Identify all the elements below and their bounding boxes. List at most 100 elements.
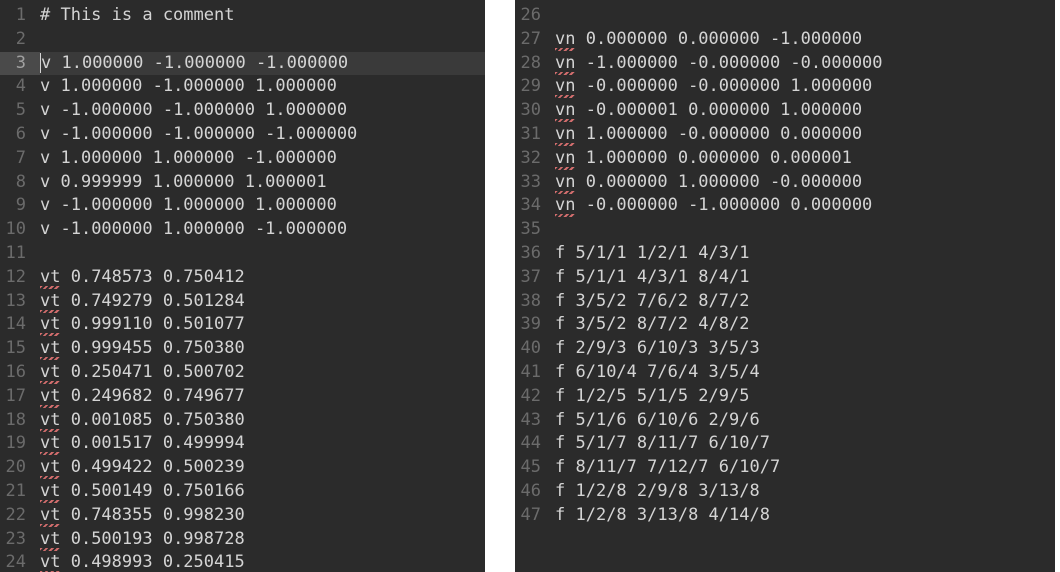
code-content[interactable]: f 3/5/2 7/6/2 8/7/2 xyxy=(555,290,1045,314)
line-number: 9 xyxy=(0,194,40,218)
code-content[interactable]: v -1.000000 1.000000 1.000000 xyxy=(40,194,475,218)
code-content[interactable]: vt 0.498993 0.250415 xyxy=(40,551,475,572)
code-line[interactable]: 22vt 0.748355 0.998230 xyxy=(0,504,485,528)
code-content[interactable]: vn -0.000001 0.000000 1.000000 xyxy=(555,99,1045,123)
code-content[interactable]: v 1.000000 -1.000000 1.000000 xyxy=(40,75,475,99)
code-content[interactable]: # This is a comment xyxy=(40,4,475,28)
code-line[interactable]: 30vn -0.000001 0.000000 1.000000 xyxy=(515,99,1055,123)
code-line[interactable]: 39f 3/5/2 8/7/2 4/8/2 xyxy=(515,313,1055,337)
code-content[interactable]: vn -0.000000 -0.000000 1.000000 xyxy=(555,75,1045,99)
code-content[interactable]: f 8/11/7 7/12/7 6/10/7 xyxy=(555,456,1045,480)
code-line[interactable]: 31vn 1.000000 -0.000000 0.000000 xyxy=(515,123,1055,147)
code-line[interactable]: 16vt 0.250471 0.500702 xyxy=(0,361,485,385)
code-content[interactable]: v -1.000000 -1.000000 1.000000 xyxy=(40,99,475,123)
code-content[interactable]: vt 0.748573 0.750412 xyxy=(40,266,475,290)
code-line[interactable]: 41f 6/10/4 7/6/4 3/5/4 xyxy=(515,361,1055,385)
code-content[interactable]: v 0.999999 1.000000 1.000001 xyxy=(40,171,475,195)
code-content[interactable]: vt 0.999455 0.750380 xyxy=(40,337,475,361)
code-content[interactable]: vt 0.499422 0.500239 xyxy=(40,456,475,480)
code-content[interactable]: vn -0.000000 -1.000000 0.000000 xyxy=(555,194,1045,218)
code-line[interactable]: 19vt 0.001517 0.499994 xyxy=(0,432,485,456)
editor-pane-left[interactable]: 1# This is a comment23v 1.000000 -1.0000… xyxy=(0,0,485,572)
code-keyword: vt xyxy=(40,481,60,501)
code-line[interactable]: 5v -1.000000 -1.000000 1.000000 xyxy=(0,99,485,123)
code-line[interactable]: 35 xyxy=(515,218,1055,242)
code-content[interactable]: f 3/5/2 8/7/2 4/8/2 xyxy=(555,313,1045,337)
code-content[interactable]: vn 0.000000 1.000000 -0.000000 xyxy=(555,171,1045,195)
code-line[interactable]: 15vt 0.999455 0.750380 xyxy=(0,337,485,361)
code-line[interactable]: 23vt 0.500193 0.998728 xyxy=(0,528,485,552)
code-line[interactable]: 47f 1/2/8 3/13/8 4/14/8 xyxy=(515,504,1055,528)
code-content[interactable]: vt 0.500149 0.750166 xyxy=(40,480,475,504)
line-number: 19 xyxy=(0,432,40,456)
code-text: 1.000000 -1.000000 -1.000000 xyxy=(51,53,348,73)
code-content[interactable]: v 1.000000 1.000000 -1.000000 xyxy=(40,147,475,171)
code-line[interactable]: 45f 8/11/7 7/12/7 6/10/7 xyxy=(515,456,1055,480)
code-content[interactable]: f 5/1/6 6/10/6 2/9/6 xyxy=(555,409,1045,433)
code-content[interactable]: v 1.000000 -1.000000 -1.000000 xyxy=(40,52,475,76)
code-keyword: f xyxy=(555,505,565,525)
code-content[interactable]: vn -1.000000 -0.000000 -0.000000 xyxy=(555,52,1045,76)
code-content[interactable]: vt 0.249682 0.749677 xyxy=(40,385,475,409)
code-line[interactable]: 29vn -0.000000 -0.000000 1.000000 xyxy=(515,75,1055,99)
code-line[interactable]: 27vn 0.000000 0.000000 -1.000000 xyxy=(515,28,1055,52)
line-number: 28 xyxy=(515,52,555,76)
code-line[interactable]: 36f 5/1/1 1/2/1 4/3/1 xyxy=(515,242,1055,266)
code-line[interactable]: 4v 1.000000 -1.000000 1.000000 xyxy=(0,75,485,99)
code-content[interactable]: vt 0.749279 0.501284 xyxy=(40,290,475,314)
code-line[interactable]: 34vn -0.000000 -1.000000 0.000000 xyxy=(515,194,1055,218)
code-line[interactable]: 12vt 0.748573 0.750412 xyxy=(0,266,485,290)
code-content[interactable]: vt 0.001517 0.499994 xyxy=(40,432,475,456)
code-content[interactable]: vn 1.000000 0.000000 0.000001 xyxy=(555,147,1045,171)
code-line[interactable]: 28vn -1.000000 -0.000000 -0.000000 xyxy=(515,52,1055,76)
code-keyword: vt xyxy=(40,529,60,549)
code-content[interactable]: f 1/2/8 2/9/8 3/13/8 xyxy=(555,480,1045,504)
code-line[interactable]: 7v 1.000000 1.000000 -1.000000 xyxy=(0,147,485,171)
code-content[interactable]: f 1/2/8 3/13/8 4/14/8 xyxy=(555,504,1045,528)
code-line[interactable]: 32vn 1.000000 0.000000 0.000001 xyxy=(515,147,1055,171)
code-line[interactable]: 9v -1.000000 1.000000 1.000000 xyxy=(0,194,485,218)
code-line[interactable]: 43f 5/1/6 6/10/6 2/9/6 xyxy=(515,409,1055,433)
code-line[interactable]: 6v -1.000000 -1.000000 -1.000000 xyxy=(0,123,485,147)
code-line[interactable]: 26 xyxy=(515,4,1055,28)
code-content[interactable]: vt 0.999110 0.501077 xyxy=(40,313,475,337)
code-content[interactable]: vn 1.000000 -0.000000 0.000000 xyxy=(555,123,1045,147)
code-content[interactable]: f 1/2/5 5/1/5 2/9/5 xyxy=(555,385,1045,409)
code-line[interactable]: 13vt 0.749279 0.501284 xyxy=(0,290,485,314)
code-content[interactable]: vt 0.250471 0.500702 xyxy=(40,361,475,385)
code-content[interactable]: f 5/1/1 4/3/1 8/4/1 xyxy=(555,266,1045,290)
code-line[interactable]: 42f 1/2/5 5/1/5 2/9/5 xyxy=(515,385,1055,409)
code-line[interactable]: 14vt 0.999110 0.501077 xyxy=(0,313,485,337)
code-line[interactable]: 24vt 0.498993 0.250415 xyxy=(0,551,485,572)
code-line[interactable]: 46f 1/2/8 2/9/8 3/13/8 xyxy=(515,480,1055,504)
code-content[interactable]: f 5/1/1 1/2/1 4/3/1 xyxy=(555,242,1045,266)
code-line[interactable]: 44f 5/1/7 8/11/7 6/10/7 xyxy=(515,432,1055,456)
code-line[interactable]: 40f 2/9/3 6/10/3 3/5/3 xyxy=(515,337,1055,361)
code-content[interactable]: v -1.000000 -1.000000 -1.000000 xyxy=(40,123,475,147)
code-content[interactable]: f 2/9/3 6/10/3 3/5/3 xyxy=(555,337,1045,361)
code-content[interactable]: f 6/10/4 7/6/4 3/5/4 xyxy=(555,361,1045,385)
code-line[interactable]: 37f 5/1/1 4/3/1 8/4/1 xyxy=(515,266,1055,290)
code-text: 5/1/1 1/2/1 4/3/1 xyxy=(565,243,749,263)
code-line[interactable]: 3v 1.000000 -1.000000 -1.000000 xyxy=(0,52,485,76)
code-content[interactable]: vt 0.001085 0.750380 xyxy=(40,409,475,433)
code-line[interactable]: 10v -1.000000 1.000000 -1.000000 xyxy=(0,218,485,242)
code-line[interactable]: 1# This is a comment xyxy=(0,4,485,28)
code-line[interactable]: 17vt 0.249682 0.749677 xyxy=(0,385,485,409)
code-line[interactable]: 21vt 0.500149 0.750166 xyxy=(0,480,485,504)
code-line[interactable]: 2 xyxy=(0,28,485,52)
code-content[interactable]: f 5/1/7 8/11/7 6/10/7 xyxy=(555,432,1045,456)
line-number: 17 xyxy=(0,385,40,409)
code-line[interactable]: 8v 0.999999 1.000000 1.000001 xyxy=(0,171,485,195)
code-line[interactable]: 20vt 0.499422 0.500239 xyxy=(0,456,485,480)
code-content[interactable]: vt 0.748355 0.998230 xyxy=(40,504,475,528)
code-line[interactable]: 38f 3/5/2 7/6/2 8/7/2 xyxy=(515,290,1055,314)
editor-pane-right[interactable]: 2627vn 0.000000 0.000000 -1.00000028vn -… xyxy=(515,0,1055,572)
code-content[interactable]: vn 0.000000 0.000000 -1.000000 xyxy=(555,28,1045,52)
code-line[interactable]: 18vt 0.001085 0.750380 xyxy=(0,409,485,433)
code-content[interactable]: v -1.000000 1.000000 -1.000000 xyxy=(40,218,475,242)
line-number: 21 xyxy=(0,480,40,504)
code-line[interactable]: 11 xyxy=(0,242,485,266)
code-line[interactable]: 33vn 0.000000 1.000000 -0.000000 xyxy=(515,171,1055,195)
code-content[interactable]: vt 0.500193 0.998728 xyxy=(40,528,475,552)
